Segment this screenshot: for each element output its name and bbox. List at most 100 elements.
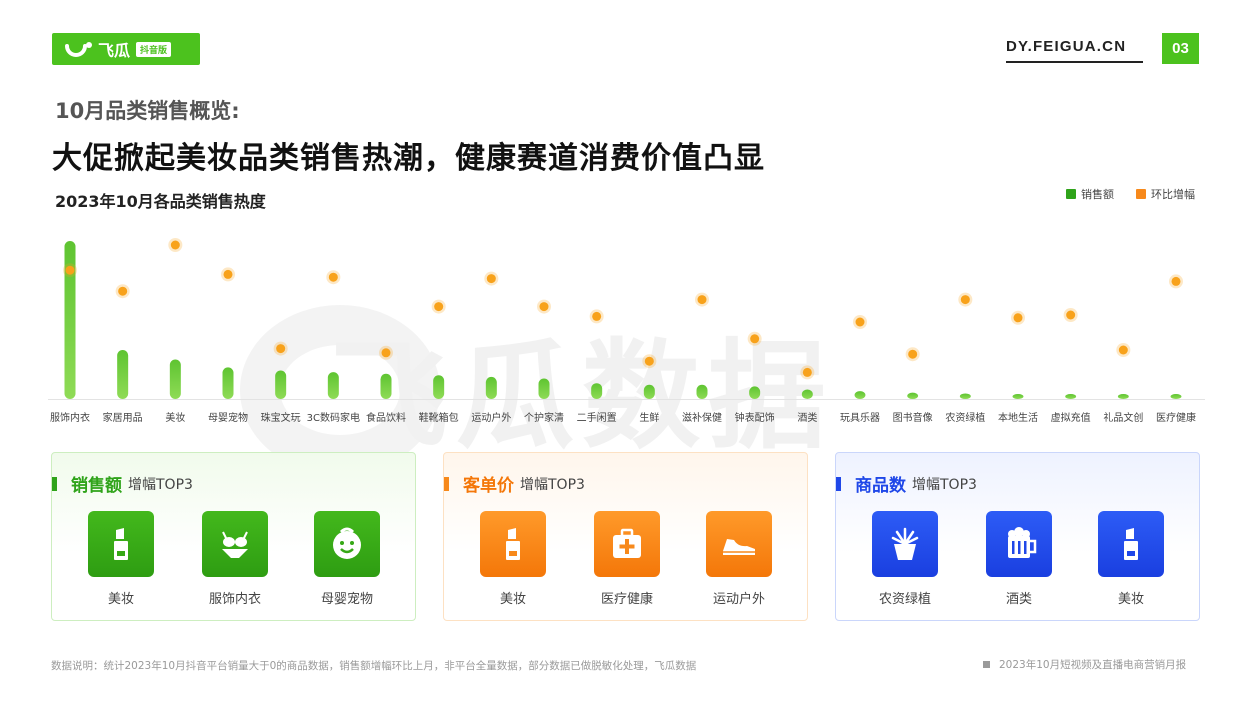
x-tick-label: 家居用品 xyxy=(103,411,143,424)
panel-products-top3: 商品数 增幅TOP3 农资绿植 酒类 美妆 xyxy=(835,452,1200,621)
potted-plant-icon xyxy=(872,511,938,577)
sales-bar xyxy=(169,359,181,399)
report-name-text: 2023年10月短视频及直播电商营销月报 xyxy=(999,659,1187,671)
growth-point xyxy=(118,286,128,296)
sales-bar xyxy=(275,370,287,399)
growth-point xyxy=(750,334,760,344)
legend-label-sales: 销售额 xyxy=(1081,188,1114,201)
x-tick-label: 个护家清 xyxy=(524,411,564,424)
sales-bar xyxy=(117,350,129,399)
x-tick-label: 二手闲置 xyxy=(577,411,617,424)
top3-item: 酒类 xyxy=(986,511,1052,607)
top3-item: 美妆 xyxy=(88,511,154,607)
x-tick-label: 3C数码家电 xyxy=(307,411,360,424)
top3-item: 服饰内衣 xyxy=(202,511,268,607)
x-tick-label: 运动户外 xyxy=(471,411,511,424)
page-subtitle: 10月品类销售概览: xyxy=(55,99,240,123)
site-url[interactable]: DY.FEIGUA.CN xyxy=(1006,38,1126,55)
beer-mug-icon xyxy=(986,511,1052,577)
sales-bar xyxy=(433,375,445,399)
sales-bar xyxy=(538,378,550,399)
panel-suffix: 增幅TOP3 xyxy=(128,476,193,493)
top3-item-label: 农资绿植 xyxy=(878,592,931,607)
x-tick-label: 玩具乐器 xyxy=(840,412,880,424)
top3-item: 运动户外 xyxy=(706,511,772,607)
growth-point xyxy=(381,348,391,358)
logo-text: 飞瓜 xyxy=(98,41,131,60)
bikini-icon xyxy=(202,511,268,577)
growth-point xyxy=(592,311,602,321)
sales-bar xyxy=(1012,394,1024,399)
growth-point xyxy=(276,344,286,354)
page-number: 03 xyxy=(1162,33,1199,64)
x-tick-label: 鞋靴箱包 xyxy=(419,411,459,424)
x-tick-label: 酒类 xyxy=(797,411,817,424)
x-tick-label: 钟表配饰 xyxy=(735,411,775,424)
growth-point xyxy=(802,367,812,377)
panel-accent-bar xyxy=(52,476,57,491)
panel-suffix: 增幅TOP3 xyxy=(912,476,977,493)
top3-item-label: 服饰内衣 xyxy=(208,592,261,607)
lipstick-icon xyxy=(1098,511,1164,577)
panel-accent-bar xyxy=(444,476,449,491)
sales-bar xyxy=(959,393,971,399)
sales-bar xyxy=(485,376,497,399)
growth-point xyxy=(223,269,233,279)
panel-accent-bar xyxy=(836,476,841,491)
square-bullet-icon xyxy=(983,661,990,668)
sales-bar xyxy=(643,384,655,399)
panel-suffix: 增幅TOP3 xyxy=(520,476,585,493)
growth-point xyxy=(1171,276,1181,286)
sales-bar xyxy=(380,373,392,399)
top3-item: 美妆 xyxy=(480,511,546,607)
x-tick-label: 医疗健康 xyxy=(1156,411,1196,424)
lipstick-icon xyxy=(88,511,154,577)
sales-bar xyxy=(327,372,339,399)
sneaker-icon xyxy=(706,511,772,577)
growth-point xyxy=(855,317,865,327)
panel-title: 商品数 xyxy=(855,476,906,496)
x-tick-label: 礼品文创 xyxy=(1103,411,1143,424)
top3-item-label: 美妆 xyxy=(1117,592,1144,607)
top3-item-label: 美妆 xyxy=(499,592,526,607)
logo-badge: 抖音版 xyxy=(136,41,172,57)
growth-point xyxy=(1013,313,1023,323)
x-tick-label: 食品饮料 xyxy=(366,411,406,424)
growth-point xyxy=(644,356,654,366)
panel-sales-top3: 销售额 增幅TOP3 美妆 服饰内衣 母婴宠物 xyxy=(51,452,416,621)
growth-point xyxy=(170,240,180,250)
legend-swatch-growth xyxy=(1136,189,1146,199)
x-tick-label: 生鲜 xyxy=(639,411,659,424)
top3-item: 医疗健康 xyxy=(594,511,660,607)
growth-point xyxy=(1066,310,1076,320)
growth-point xyxy=(1118,345,1128,355)
chart-title: 2023年10月各品类销售热度 xyxy=(55,192,266,211)
x-tick-label: 美妆 xyxy=(165,411,185,424)
top3-item-label: 医疗健康 xyxy=(600,592,653,607)
top3-item: 农资绿植 xyxy=(872,511,938,607)
sales-bar xyxy=(696,384,708,399)
top3-item: 母婴宠物 xyxy=(314,511,380,607)
top3-item: 美妆 xyxy=(1098,511,1164,607)
growth-point xyxy=(960,295,970,305)
growth-point xyxy=(908,349,918,359)
growth-point xyxy=(434,302,444,312)
legend-item-sales: 销售额 xyxy=(1066,186,1114,202)
x-tick-label: 滋补保健 xyxy=(682,411,722,424)
brand-logo: 飞瓜 抖音版 xyxy=(52,33,200,65)
category-sales-chart: 服饰内衣 家居用品 美妆 母婴宠物 珠宝文玩 3C数码家电 食品饮料 鞋靴箱包 运动户外 个护家清… xyxy=(48,238,1205,424)
sales-bar xyxy=(591,383,603,399)
top3-item-label: 运动户外 xyxy=(712,592,765,607)
sales-bar xyxy=(749,386,761,399)
medical-kit-icon xyxy=(594,511,660,577)
growth-point xyxy=(539,302,549,312)
top3-item-label: 酒类 xyxy=(1005,592,1032,607)
logo-mark-icon xyxy=(65,42,92,57)
x-tick-label: 图书音像 xyxy=(893,411,933,424)
sales-bar xyxy=(1170,394,1182,399)
lipstick-icon xyxy=(480,511,546,577)
sales-bar xyxy=(222,367,234,399)
legend-label-growth: 环比增幅 xyxy=(1151,188,1195,201)
legend-swatch-sales xyxy=(1066,189,1076,199)
sales-bar xyxy=(907,392,919,399)
